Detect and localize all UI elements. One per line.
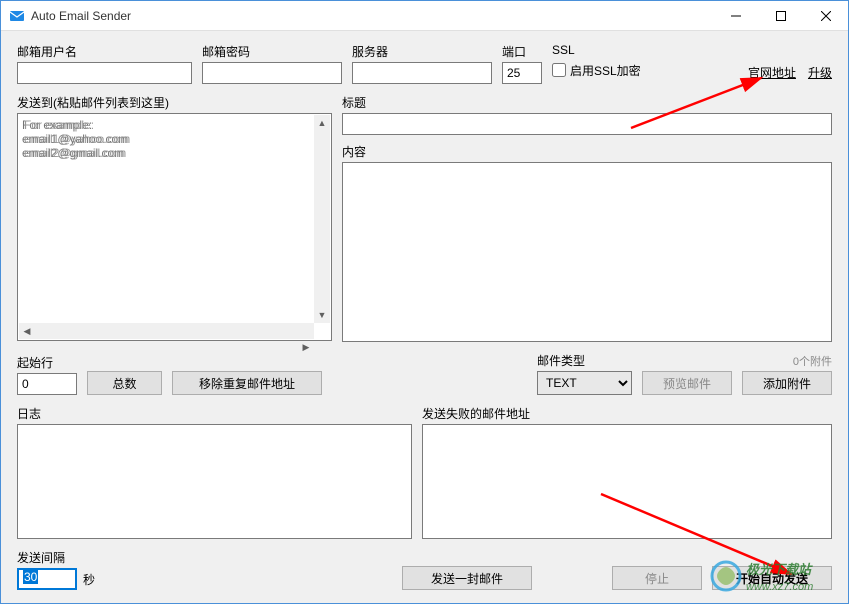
right-col: 标题 内容 [342, 94, 832, 342]
log-textarea[interactable] [17, 424, 412, 539]
app-icon [9, 8, 25, 24]
stop-button[interactable]: 停止 [612, 566, 702, 590]
upgrade-link[interactable]: 升级 [808, 64, 832, 81]
preview-button[interactable]: 预览邮件 [642, 371, 732, 395]
attachment-field: 0个附件 添加附件 [742, 353, 832, 395]
window-title: Auto Email Sender [31, 9, 713, 23]
server-input[interactable] [352, 62, 492, 84]
close-button[interactable] [803, 1, 848, 31]
scroll-down-icon: ▼ [314, 307, 330, 323]
sendto-field: 发送到(粘贴邮件列表到这里) For example: email1@yahoo… [17, 94, 332, 342]
total-button[interactable]: 总数 [87, 371, 162, 395]
ssl-label: SSL [552, 43, 641, 57]
sendto-textarea[interactable] [18, 114, 314, 323]
subject-input[interactable] [342, 113, 832, 135]
official-site-link[interactable]: 官网地址 [748, 64, 796, 81]
log-field: 日志 [17, 405, 412, 539]
failed-textarea[interactable] [422, 424, 832, 539]
log-row: 日志 发送失败的邮件地址 [17, 405, 832, 539]
sendto-scroll-horiz[interactable]: ◀ ▶ [19, 323, 314, 339]
app-window: Auto Email Sender 邮箱用户名 邮箱密码 服务器 端口 [0, 0, 849, 604]
ssl-checkbox[interactable] [552, 63, 566, 77]
interval-field: 发送间隔 30 秒 [17, 549, 95, 590]
start-auto-button[interactable]: 开始自动发送 [712, 566, 832, 590]
scroll-up-icon: ▲ [314, 115, 330, 131]
add-attachment-button[interactable]: 添加附件 [742, 371, 832, 395]
startrow-field: 起始行 [17, 354, 77, 395]
content-area: 邮箱用户名 邮箱密码 服务器 端口 SSL 启用SSL加密 [1, 31, 848, 604]
password-field: 邮箱密码 [202, 43, 342, 84]
interval-input[interactable]: 30 [17, 568, 77, 590]
content-field: 内容 [342, 143, 832, 342]
ssl-checkbox-label: 启用SSL加密 [570, 62, 641, 79]
interval-label: 发送间隔 [17, 549, 95, 566]
scroll-left-icon: ◀ [19, 323, 35, 339]
username-label: 邮箱用户名 [17, 43, 192, 60]
failed-field: 发送失败的邮件地址 [422, 405, 832, 539]
server-label: 服务器 [352, 43, 492, 60]
subject-label: 标题 [342, 94, 832, 111]
top-links: 官网地址 升级 [748, 43, 832, 84]
content-label: 内容 [342, 143, 832, 160]
sendto-scroll-vert[interactable]: ▲ ▼ [314, 115, 330, 323]
sendto-label: 发送到(粘贴邮件列表到这里) [17, 94, 332, 111]
log-label: 日志 [17, 405, 412, 422]
send-one-button[interactable]: 发送一封邮件 [402, 566, 532, 590]
password-label: 邮箱密码 [202, 43, 342, 60]
port-label: 端口 [502, 43, 542, 60]
subject-field: 标题 [342, 94, 832, 135]
ssl-field: SSL 启用SSL加密 [552, 43, 641, 84]
scroll-right-icon: ▶ [298, 339, 314, 355]
titlebar: Auto Email Sender [1, 1, 848, 31]
attachment-count: 0个附件 [793, 353, 832, 369]
mailtype-field: 邮件类型 TEXT [537, 352, 632, 395]
startrow-label: 起始行 [17, 354, 77, 371]
interval-unit: 秒 [83, 571, 95, 588]
username-input[interactable] [17, 62, 192, 84]
startrow-input[interactable] [17, 373, 77, 395]
failed-label: 发送失败的邮件地址 [422, 405, 832, 422]
content-textarea[interactable] [342, 162, 832, 342]
port-input[interactable] [502, 62, 542, 84]
window-controls [713, 1, 848, 31]
server-field: 服务器 [352, 43, 492, 84]
dedup-button[interactable]: 移除重复邮件地址 [172, 371, 322, 395]
username-field: 邮箱用户名 [17, 43, 192, 84]
mailtype-label: 邮件类型 [537, 352, 632, 369]
mailtype-select[interactable]: TEXT [537, 371, 632, 395]
main-row: 发送到(粘贴邮件列表到这里) For example: email1@yahoo… [17, 94, 832, 342]
bottom-row: 发送间隔 30 秒 发送一封邮件 停止 开始自动发送 [17, 549, 832, 590]
sendto-textarea-wrap: For example: email1@yahoo.com email2@gma… [17, 113, 332, 341]
credentials-row: 邮箱用户名 邮箱密码 服务器 端口 SSL 启用SSL加密 [17, 43, 832, 84]
port-field: 端口 [502, 43, 542, 84]
maximize-button[interactable] [758, 1, 803, 31]
password-input[interactable] [202, 62, 342, 84]
ssl-checkbox-wrap[interactable]: 启用SSL加密 [552, 59, 641, 81]
mid-row: 起始行 总数 移除重复邮件地址 邮件类型 TEXT 预览邮件 0个附件 添加附件 [17, 352, 832, 395]
minimize-button[interactable] [713, 1, 758, 31]
